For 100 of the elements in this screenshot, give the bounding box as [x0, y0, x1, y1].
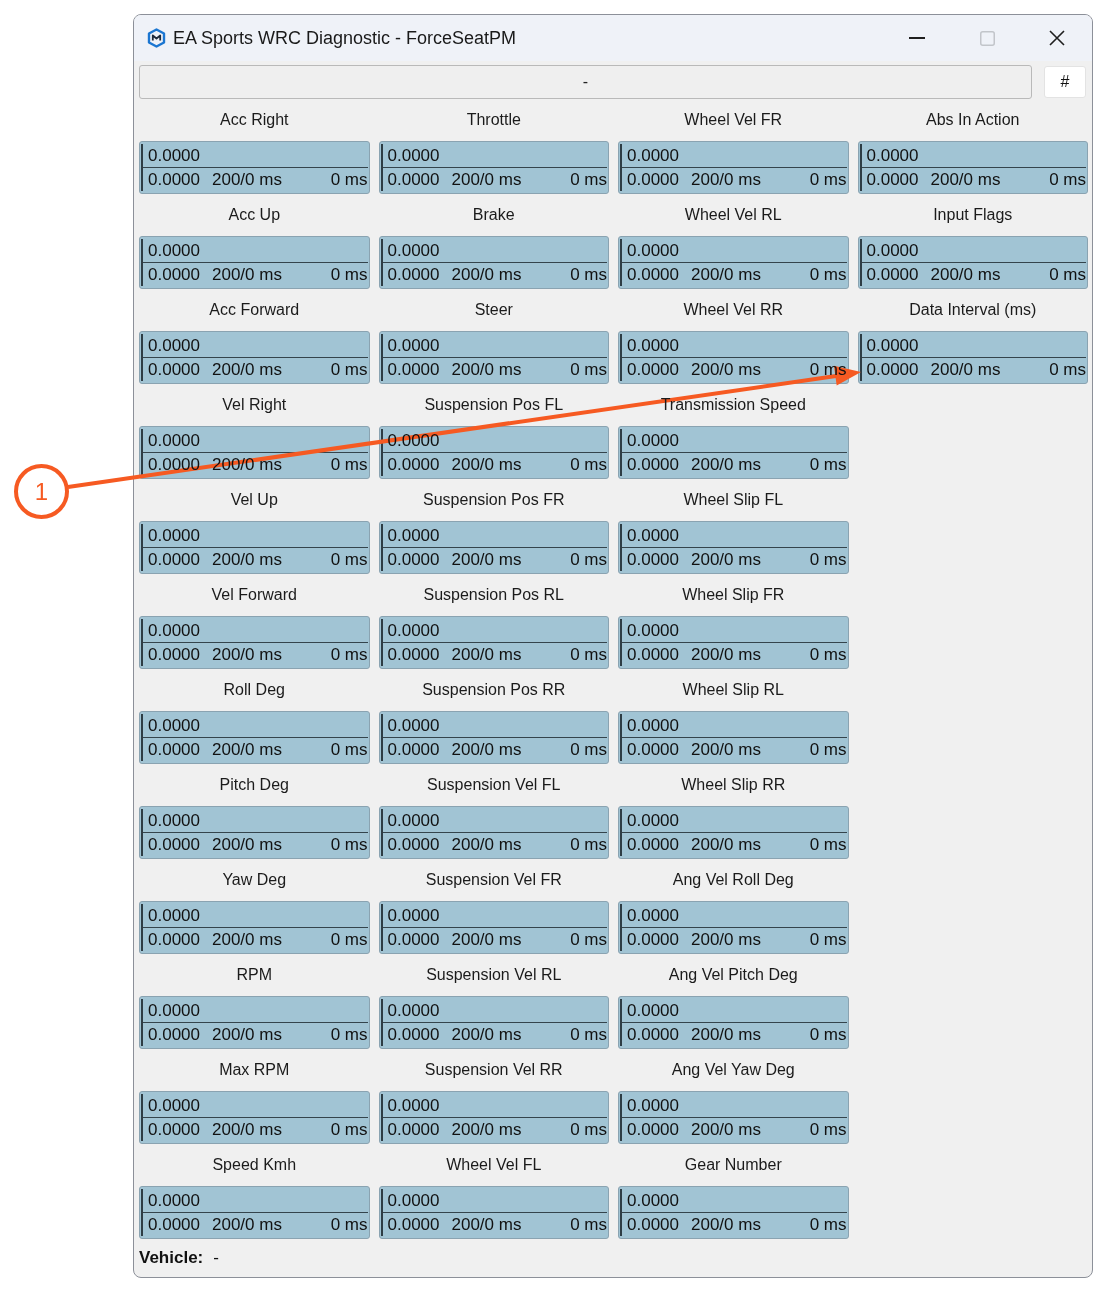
gauge-reading: 0 ms: [809, 551, 847, 568]
gauge-value: 0.0000: [387, 907, 440, 924]
gauge-reading: 0 ms: [330, 646, 368, 663]
gauge-value: 0.0000: [387, 337, 440, 354]
gauge-value: 0.0000: [627, 337, 679, 354]
gauge-reading: 0.0000: [148, 171, 200, 188]
gauge-title: Wheel Slip RR: [681, 775, 786, 795]
gauge-title: Wheel Vel FR: [684, 110, 783, 130]
gauge-reading: 200/0 ms: [930, 266, 1001, 283]
gauge-title: Yaw Deg: [222, 870, 287, 890]
gauge-reading: 0 ms: [570, 931, 607, 948]
gauge-reading: 0.0000: [387, 931, 440, 948]
gauge-title: Vel Forward: [211, 585, 297, 605]
gauge-reading: 0 ms: [330, 931, 368, 948]
gauge-reading: 0 ms: [330, 456, 368, 473]
gauge-reading: 200/0 ms: [451, 1216, 522, 1233]
hexagon-logo-icon: [147, 28, 166, 48]
gauge-reading: 200/0 ms: [212, 171, 282, 188]
gauge-reading: 200/0 ms: [691, 646, 761, 663]
gauge-reading: 0 ms: [809, 266, 847, 283]
gauge-value: 0.0000: [387, 527, 440, 544]
gauge-reading: 200/0 ms: [451, 741, 522, 758]
gauge-value: 0.0000: [627, 527, 679, 544]
gauge-reading: 0.0000: [627, 1216, 679, 1233]
gauge-reading: 0.0000: [148, 931, 200, 948]
gauge-title: Acc Right: [220, 110, 289, 130]
gauge-value: 0.0000: [387, 812, 440, 829]
gauge-reading: 0 ms: [330, 1026, 368, 1043]
gauge-title: Suspension Pos FR: [423, 490, 565, 510]
gauge-reading: 200/0 ms: [451, 266, 522, 283]
gauge-reading: 0.0000: [387, 171, 440, 188]
gauge-reading: 0.0000: [387, 1026, 440, 1043]
gauge-title: Input Flags: [933, 205, 1013, 225]
window-title: EA Sports WRC Diagnostic - ForceSeatPM: [173, 26, 517, 50]
gauge-value: 0.0000: [387, 622, 440, 639]
gauge-reading: 0.0000: [627, 1121, 679, 1138]
gauge-value: 0.0000: [148, 812, 200, 829]
gauge-reading: 200/0 ms: [451, 171, 522, 188]
gauge-reading: 0 ms: [570, 741, 607, 758]
gauge-reading: 0.0000: [627, 551, 679, 568]
gauge-reading: 200/0 ms: [691, 1121, 761, 1138]
gauge-reading: 0 ms: [809, 646, 847, 663]
gauge-title: RPM: [236, 965, 273, 985]
gauge-title: Wheel Vel FL: [446, 1155, 542, 1175]
vehicle-value: -: [213, 1246, 219, 1269]
gauge-reading: 200/0 ms: [691, 1216, 761, 1233]
gauge-value: 0.0000: [148, 527, 200, 544]
gauge-value: 0.0000: [148, 1192, 200, 1209]
gauge-reading: 0.0000: [387, 836, 440, 853]
gauge-reading: 0.0000: [627, 931, 679, 948]
gauge-title: Wheel Vel RR: [683, 300, 784, 320]
gauge-reading: 200/0 ms: [212, 551, 282, 568]
gauge-reading: 0 ms: [809, 456, 847, 473]
gauge-reading: 200/0 ms: [451, 361, 522, 378]
gauge-value: 0.0000: [148, 622, 200, 639]
gauge-reading: 0 ms: [1049, 266, 1086, 283]
gauge-reading: 0.0000: [148, 456, 200, 473]
gauge-reading: 0.0000: [148, 1026, 200, 1043]
gauge-reading: 0 ms: [809, 741, 847, 758]
gauge-reading: 0 ms: [330, 361, 368, 378]
gauge-reading: 200/0 ms: [451, 836, 522, 853]
gauge-reading: 200/0 ms: [212, 1216, 282, 1233]
gauge-title: Transmission Speed: [660, 395, 806, 415]
gauge-reading: 0 ms: [330, 1216, 368, 1233]
gauge-reading: 200/0 ms: [451, 1121, 522, 1138]
gauge-title: Gear Number: [684, 1155, 782, 1175]
gauge-reading: 200/0 ms: [691, 456, 761, 473]
gauge-reading: 200/0 ms: [212, 741, 282, 758]
gauge-reading: 0.0000: [387, 741, 440, 758]
gauge-title: Wheel Vel RL: [684, 205, 782, 225]
gauge-value: 0.0000: [148, 432, 200, 449]
gauge-reading: 200/0 ms: [930, 361, 1001, 378]
gauge-value: 0.0000: [627, 242, 679, 259]
gauge-title: Data Interval (ms): [909, 300, 1037, 320]
gauge-reading: 0 ms: [570, 1121, 607, 1138]
gauge-reading: 0.0000: [148, 551, 200, 568]
gauge-reading: 0 ms: [570, 361, 607, 378]
gauge-value: 0.0000: [627, 907, 679, 924]
gauge-reading: 200/0 ms: [212, 361, 282, 378]
gauge-value: 0.0000: [866, 337, 919, 354]
gauge-reading: 200/0 ms: [691, 836, 761, 853]
gauge-reading: 200/0 ms: [451, 931, 522, 948]
gauge-reading: 0 ms: [809, 1121, 847, 1138]
gauge-reading: 200/0 ms: [691, 1026, 761, 1043]
hash-button[interactable]: #: [1044, 66, 1086, 98]
gauge-reading: 200/0 ms: [212, 931, 282, 948]
gauge-reading: 0 ms: [570, 456, 607, 473]
gauge-reading: 0 ms: [809, 171, 847, 188]
gauge-reading: 200/0 ms: [451, 1026, 522, 1043]
gauge-reading: 0 ms: [330, 266, 368, 283]
gauge-value: 0.0000: [627, 147, 679, 164]
gauge-reading: 0.0000: [387, 1121, 440, 1138]
gauge-title: Acc Up: [228, 205, 281, 225]
gauge-reading: 200/0 ms: [212, 1026, 282, 1043]
gauge-reading: 0.0000: [148, 741, 200, 758]
gauge-reading: 200/0 ms: [691, 741, 761, 758]
gauge-value: 0.0000: [387, 1097, 440, 1114]
gauge-reading: 0.0000: [148, 1216, 200, 1233]
gauge-reading: 200/0 ms: [212, 1121, 282, 1138]
gauge-title: Ang Vel Roll Deg: [672, 870, 794, 890]
